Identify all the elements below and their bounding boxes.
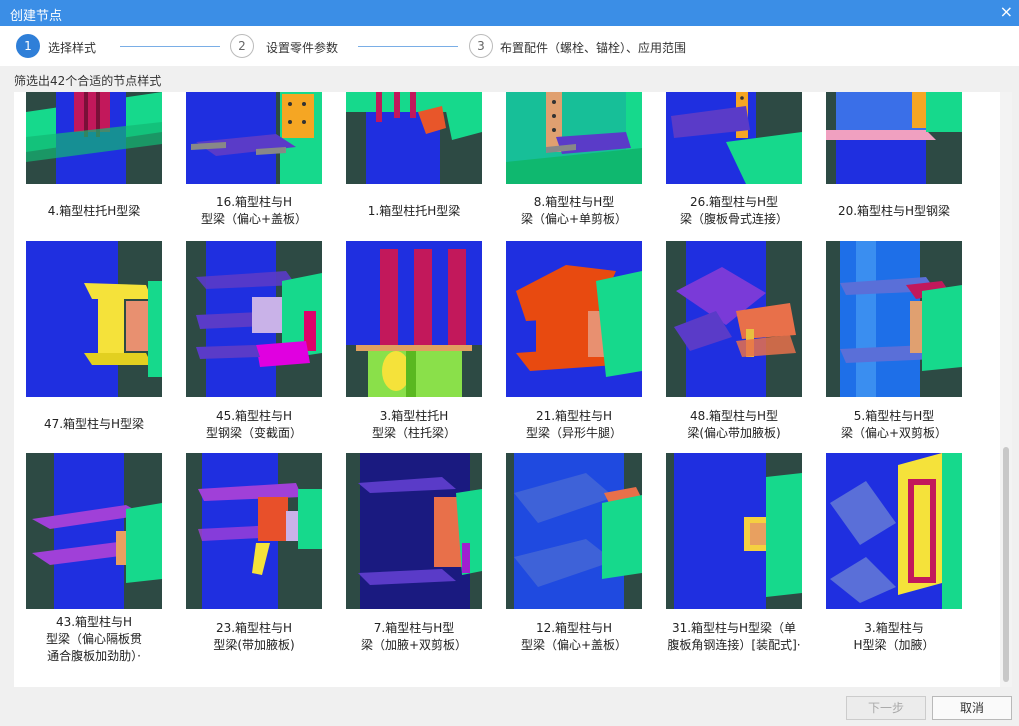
next-step-button[interactable]: 下一步: [846, 696, 926, 720]
node-style-caption: 47.箱型柱与H型梁: [43, 417, 145, 431]
step-connector: [358, 46, 458, 47]
node-style-caption: 5.箱型柱与H型 梁（偏心+双剪板）: [840, 409, 948, 440]
node-thumbnail: [666, 453, 802, 609]
node-style-caption: 12.箱型柱与H 型梁（偏心+盖板）: [520, 621, 628, 652]
node-thumbnail: [666, 241, 802, 397]
node-style-caption: 16.箱型柱与H 型梁（偏心+盖板）: [200, 195, 308, 226]
step-1-indicator: 1: [16, 34, 40, 58]
node-style-caption: 8.箱型柱与H型 梁（偏心+单剪板）: [520, 195, 628, 226]
node-thumbnail: [826, 453, 962, 609]
node-style-caption: 23.箱型柱与H 型梁(带加腋板): [213, 621, 295, 652]
node-thumbnail: [186, 241, 322, 397]
title-bar: 创建节点 ×: [0, 0, 1019, 26]
node-style-caption: 4.箱型柱托H型梁: [47, 204, 141, 218]
node-style-caption: 31.箱型柱与H型梁（单 腹板角钢连接）[装配式]·: [667, 621, 801, 652]
node-thumbnail: [26, 92, 162, 184]
close-icon[interactable]: ×: [1000, 3, 1013, 21]
node-thumbnail: [346, 241, 482, 397]
node-style-caption: 43.箱型柱与H 型梁（偏心隔板贯 通合腹板加劲肋）·: [45, 615, 142, 663]
node-thumbnail: [346, 453, 482, 609]
step-3-label: 布置配件（螺栓、锚栓）、应用范围: [500, 41, 687, 55]
node-thumbnail: [186, 453, 322, 609]
node-style-caption: 3.箱型柱托H 型梁（柱托梁）: [371, 409, 456, 440]
scrollbar-thumb[interactable]: [1003, 447, 1009, 682]
step-3-indicator: 3: [469, 34, 493, 58]
step-2-indicator: 2: [230, 34, 254, 58]
step-2-label: 设置零件参数: [266, 41, 339, 55]
node-style-caption: 21.箱型柱与H 型梁（异形牛腿）: [525, 409, 622, 440]
node-style-caption: 3.箱型柱与 H型梁（加腋）: [853, 621, 935, 652]
grid-scrollbar[interactable]: [1000, 92, 1012, 687]
node-thumbnail: [346, 92, 482, 184]
node-thumbnail: [26, 241, 162, 397]
node-thumbnail: [826, 92, 962, 184]
node-style-caption: 48.箱型柱与H型 梁(偏心带加腋板): [687, 409, 781, 440]
node-thumbnail: [186, 92, 322, 184]
node-thumbnail: [26, 453, 162, 609]
step-1-label: 选择样式: [48, 41, 97, 55]
node-thumbnail: [506, 453, 642, 609]
window-title: 创建节点: [10, 9, 63, 24]
node-thumbnail: [666, 92, 802, 184]
cancel-button[interactable]: 取消: [932, 696, 1012, 720]
step-connector: [120, 46, 220, 47]
node-style-caption: 26.箱型柱与H型 梁（腹板骨式连接）: [679, 195, 788, 226]
node-thumbnail: [506, 92, 642, 184]
node-style-caption: 7.箱型柱与H型 梁（加腋+双剪板）: [360, 621, 468, 652]
wizard-stepper: 1 选择样式 2 设置零件参数 3 布置配件（螺栓、锚栓）、应用范围: [0, 26, 1019, 66]
filter-result-text: 筛选出42个合适的节点样式: [14, 74, 162, 88]
node-style-caption: 1.箱型柱托H型梁: [367, 204, 461, 218]
node-style-grid: 4.箱型柱托H型梁 16.箱型柱与H 型梁（偏心+盖板） 1.箱型柱托H型梁 8…: [14, 92, 1012, 687]
node-thumbnail: [506, 241, 642, 397]
node-thumbnail: [826, 241, 962, 397]
node-style-caption: 20.箱型柱与H型钢梁: [837, 204, 951, 218]
node-style-caption: 45.箱型柱与H 型钢梁（变截面）: [205, 409, 302, 440]
